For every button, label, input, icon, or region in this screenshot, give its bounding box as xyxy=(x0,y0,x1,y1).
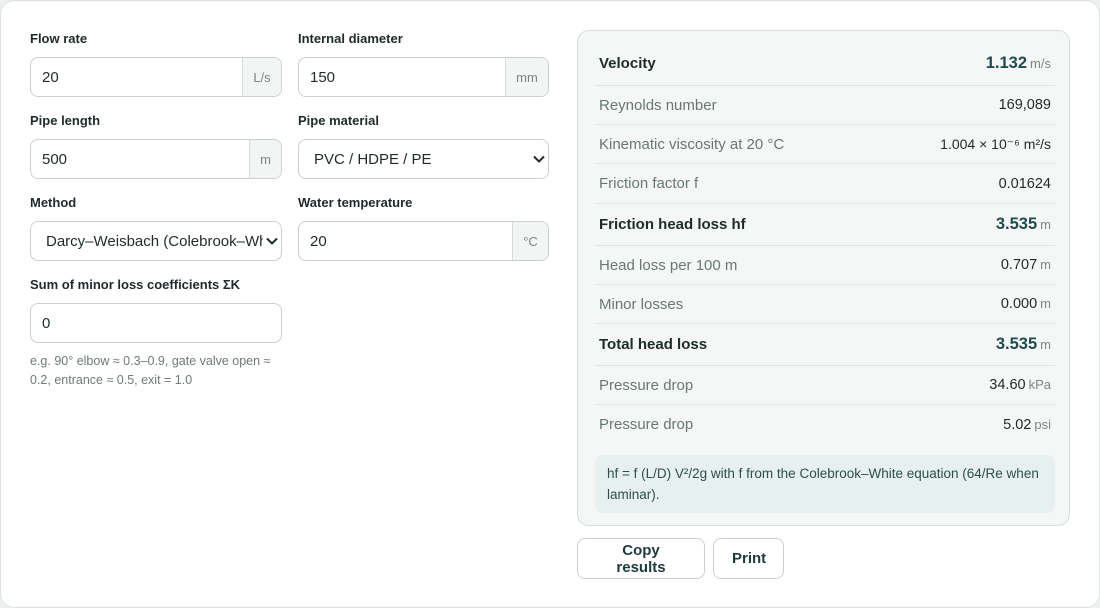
results-list: Velocity 1.132 m/s Reynolds number 169,08… xyxy=(595,41,1055,444)
pressure-drop-kpa-label: Pressure drop xyxy=(599,376,694,394)
pipe-material-select[interactable]: PVC / HDPE / PE xyxy=(298,139,549,179)
minor-losses-label: Minor losses xyxy=(599,295,684,313)
velocity-number: 1.132 xyxy=(985,53,1028,72)
internal-diameter-field: Internal diameter mm xyxy=(298,31,549,97)
method-select[interactable]: Darcy–Weisbach (Colebrook–White) xyxy=(30,221,282,261)
flow-rate-input-group: L/s xyxy=(30,57,282,97)
chevron-down-icon xyxy=(265,222,279,260)
water-temperature-unit: °C xyxy=(512,222,548,260)
velocity-value: 1.132 m/s xyxy=(986,54,1055,73)
print-button[interactable]: Print xyxy=(713,538,784,579)
viscosity-label: Kinematic viscosity at 20 °C xyxy=(599,135,785,153)
pipe-length-unit: m xyxy=(249,140,281,178)
internal-diameter-input-group: mm xyxy=(298,57,549,97)
friction-head-loss-number: 3.535 xyxy=(995,215,1038,233)
friction-factor-value: 0.01624 xyxy=(998,175,1051,192)
velocity-label: Velocity xyxy=(599,54,656,72)
flow-rate-unit: L/s xyxy=(242,58,281,96)
formula-note: hf = f (L/D) V²/2g with f from the Coleb… xyxy=(595,455,1055,513)
result-row-viscosity: Kinematic viscosity at 20 °C 1.004 × 10⁻… xyxy=(595,125,1055,164)
pipe-material-field: Pipe material PVC / HDPE / PE xyxy=(298,113,549,179)
minor-losses-value: 0.000 m xyxy=(1001,296,1055,312)
head-loss-100m-label: Head loss per 100 m xyxy=(599,256,738,274)
water-temperature-input-group: °C xyxy=(298,221,549,261)
result-row-total-head-loss: Total head loss 3.535 m xyxy=(595,324,1055,366)
water-temperature-input[interactable] xyxy=(299,222,512,260)
minor-loss-input[interactable] xyxy=(31,304,281,342)
total-head-loss-unit: m xyxy=(1040,337,1051,352)
reynolds-label: Reynolds number xyxy=(599,96,717,114)
result-row-velocity: Velocity 1.132 m/s xyxy=(595,41,1055,86)
minor-loss-hint: e.g. 90° elbow ≈ 0.3–0.9, gate valve ope… xyxy=(30,354,271,387)
pipe-length-field: Pipe length m xyxy=(30,113,282,179)
head-loss-100m-value: 0.707 m xyxy=(1001,257,1055,273)
total-head-loss-number: 3.535 xyxy=(995,335,1038,353)
minor-loss-input-group xyxy=(30,303,282,343)
pipe-material-selected: PVC / HDPE / PE xyxy=(314,151,432,168)
minor-losses-number: 0.000 xyxy=(1000,296,1038,312)
internal-diameter-label: Internal diameter xyxy=(298,31,403,46)
minor-losses-unit: m xyxy=(1040,296,1051,311)
pressure-drop-psi-unit: psi xyxy=(1034,416,1051,432)
method-field: Method Darcy–Weisbach (Colebrook–White) xyxy=(30,195,282,261)
reynolds-value: 169,089 xyxy=(998,97,1051,113)
pressure-drop-kpa-number: 34.60 xyxy=(989,377,1026,393)
pressure-drop-psi-label: Pressure drop xyxy=(599,416,694,433)
friction-head-loss-unit: m xyxy=(1040,217,1051,232)
friction-factor-label: Friction factor f xyxy=(599,175,699,192)
result-row-minor-losses: Minor losses 0.000 m xyxy=(595,285,1055,324)
minor-loss-field: Sum of minor loss coefficients ΣK e.g. 9… xyxy=(30,277,282,390)
head-loss-100m-number: 0.707 xyxy=(1000,257,1038,273)
water-temperature-field: Water temperature °C xyxy=(298,195,549,261)
flow-rate-label: Flow rate xyxy=(30,31,88,46)
results-panel: Velocity 1.132 m/s Reynolds number 169,08… xyxy=(577,30,1070,526)
velocity-unit: m/s xyxy=(1030,55,1051,71)
pressure-drop-psi-number: 5.02 xyxy=(1003,416,1032,433)
internal-diameter-unit: mm xyxy=(505,58,548,96)
pipe-material-label: Pipe material xyxy=(298,113,379,128)
copy-results-button[interactable]: Copy results xyxy=(577,538,705,579)
viscosity-value: 1.004 × 10⁻⁶ m²/s xyxy=(940,135,1051,152)
total-head-loss-value: 3.535 m xyxy=(996,335,1055,354)
friction-head-loss-label: Friction head loss hf xyxy=(599,216,746,233)
internal-diameter-input[interactable] xyxy=(299,58,505,96)
flow-rate-input[interactable] xyxy=(31,58,242,96)
pressure-drop-kpa-value: 34.60 kPa xyxy=(989,377,1055,393)
result-row-friction-head-loss: Friction head loss hf 3.535 m xyxy=(595,204,1055,246)
result-row-pressure-drop-psi: Pressure drop 5.02 psi xyxy=(595,405,1055,444)
result-row-head-loss-100m: Head loss per 100 m 0.707 m xyxy=(595,246,1055,285)
result-row-pressure-drop-kpa: Pressure drop 34.60 kPa xyxy=(595,366,1055,405)
chevron-down-icon xyxy=(532,140,546,178)
method-selected: Darcy–Weisbach (Colebrook–White) xyxy=(46,233,263,250)
pressure-drop-kpa-unit: kPa xyxy=(1028,377,1051,392)
method-label: Method xyxy=(30,195,77,210)
flow-rate-field: Flow rate L/s xyxy=(30,31,282,97)
friction-head-loss-value: 3.535 m xyxy=(996,215,1055,234)
total-head-loss-label: Total head loss xyxy=(599,336,708,353)
result-row-reynolds: Reynolds number 169,089 xyxy=(595,86,1055,125)
pipe-length-label: Pipe length xyxy=(30,113,101,128)
minor-loss-label: Sum of minor loss coefficients ΣK xyxy=(30,277,241,292)
pipe-length-input[interactable] xyxy=(31,140,249,178)
pipe-length-input-group: m xyxy=(30,139,282,179)
pressure-drop-psi-value: 5.02 psi xyxy=(1003,417,1055,433)
water-temperature-label: Water temperature xyxy=(298,195,413,210)
result-row-friction-factor: Friction factor f 0.01624 xyxy=(595,164,1055,204)
head-loss-100m-unit: m xyxy=(1040,257,1051,272)
calculator-card: Flow rate L/s Internal diameter mm Pipe … xyxy=(0,0,1100,608)
